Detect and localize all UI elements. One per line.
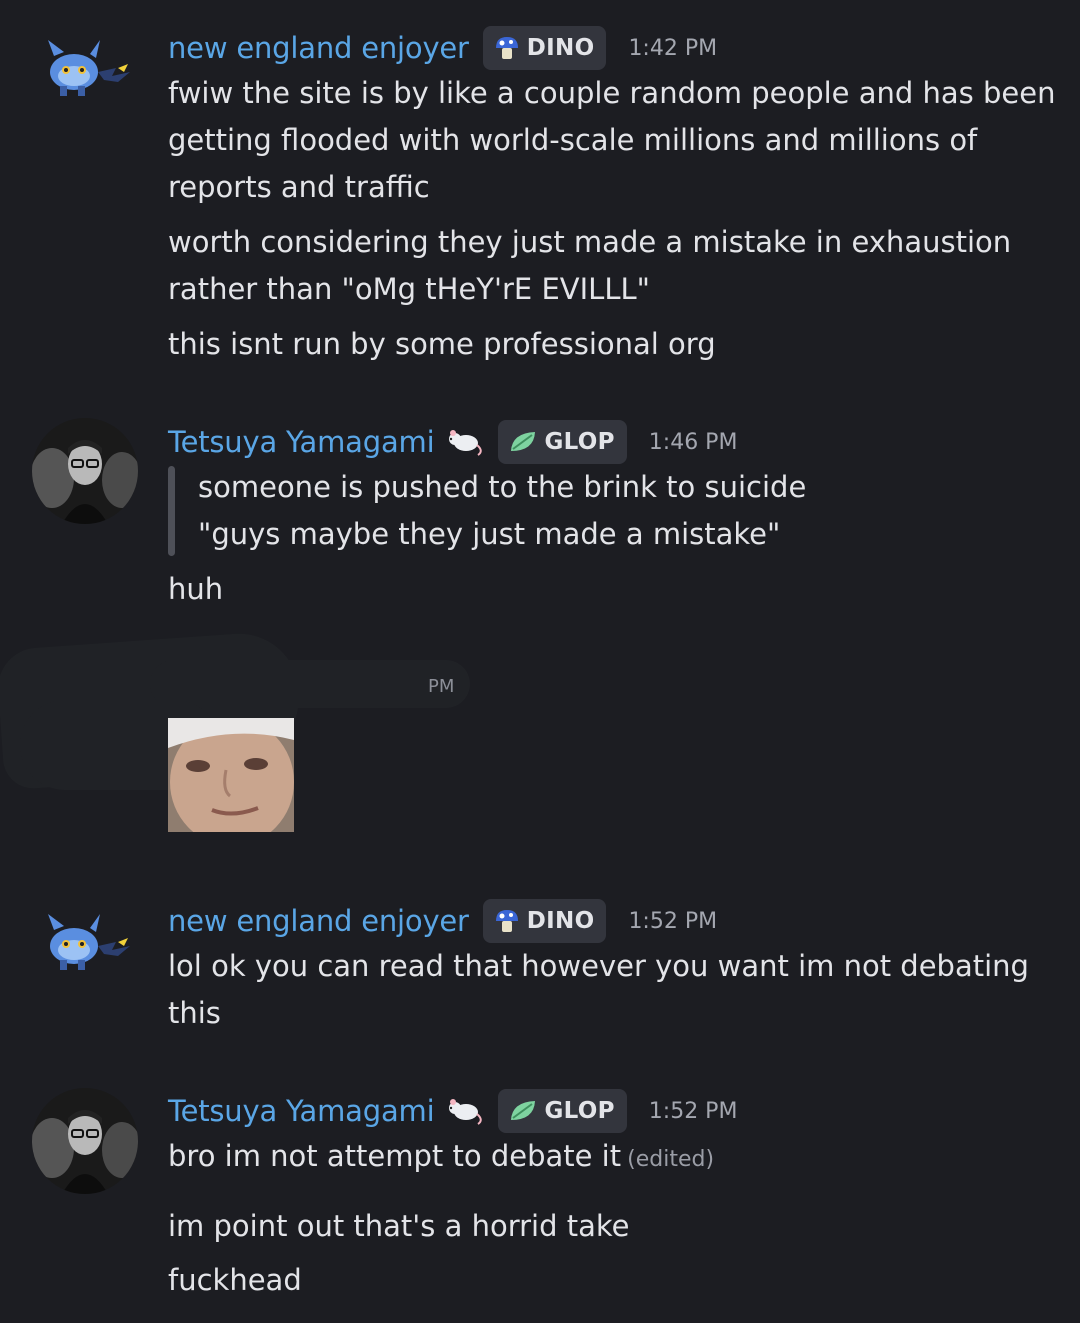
message-header: Tetsuya Yamagami GLOP 1:46 PM: [168, 420, 737, 464]
man-with-glasses-photo-icon: [32, 418, 138, 524]
message-text: reports and traffic: [168, 170, 430, 204]
message-text: this isnt run by some professional org: [168, 327, 716, 361]
face-closeup-icon: [168, 718, 294, 832]
message-text: bro im not attempt to debate it (edited): [168, 1133, 714, 1183]
role-tag[interactable]: DINO: [482, 26, 607, 70]
message-text: rather than "oMg tHeY'rE EVILLL": [168, 272, 650, 306]
message-text: huh: [168, 572, 224, 606]
quote-text: someone is pushed to the brink to suicid…: [198, 470, 807, 504]
white-rat-emoji-icon: [444, 423, 484, 461]
timestamp[interactable]: 1:46 PM: [649, 430, 738, 455]
message-header: new england enjoyer DINO 1:42 PM: [168, 26, 717, 70]
avatar[interactable]: [40, 38, 136, 100]
edited-label[interactable]: (edited): [627, 1147, 714, 1172]
username[interactable]: Tetsuya Yamagami: [168, 1094, 435, 1128]
shinx-avatar-icon: [48, 914, 130, 970]
shinx-avatar-icon: [48, 40, 130, 96]
quote-bar: [168, 466, 175, 556]
role-tag[interactable]: GLOP: [498, 1089, 627, 1133]
message-text: fwiw the site is by like a couple random…: [168, 76, 1056, 110]
quote-text: "guys maybe they just made a mistake": [198, 517, 781, 551]
message-text: this: [168, 996, 221, 1030]
timestamp[interactable]: 1:52 PM: [628, 909, 717, 934]
green-leaf-icon: [511, 432, 536, 451]
blue-mushroom-icon: [495, 910, 518, 932]
timestamp-fragment: PM: [428, 676, 455, 697]
role-tag-label: DINO: [526, 35, 595, 61]
username[interactable]: new england enjoyer: [168, 31, 469, 65]
message-header: Tetsuya Yamagami GLOP 1:52 PM: [168, 1089, 737, 1133]
man-with-glasses-photo-icon: [32, 1088, 138, 1194]
username[interactable]: Tetsuya Yamagami: [168, 425, 435, 459]
role-tag-label: DINO: [526, 908, 595, 934]
role-tag[interactable]: GLOP: [498, 420, 627, 464]
avatar[interactable]: [40, 912, 136, 974]
redaction-scribble: [150, 660, 470, 708]
message-text: lol ok you can read that however you wan…: [168, 949, 1029, 983]
message-text: getting flooded with world-scale million…: [168, 123, 978, 157]
role-tag-label: GLOP: [544, 1098, 615, 1124]
message-text-content: bro im not attempt to debate it: [168, 1139, 622, 1173]
role-tag-label: GLOP: [544, 429, 615, 455]
blue-mushroom-icon: [495, 37, 518, 59]
timestamp[interactable]: 1:42 PM: [628, 36, 717, 61]
username[interactable]: new england enjoyer: [168, 904, 469, 938]
green-leaf-icon: [511, 1101, 536, 1120]
role-tag[interactable]: DINO: [482, 899, 607, 943]
avatar[interactable]: [32, 418, 138, 524]
timestamp[interactable]: 1:52 PM: [649, 1099, 738, 1124]
message-header: new england enjoyer DINO 1:52 PM: [168, 899, 717, 943]
emoji-sticker-image[interactable]: [168, 718, 294, 832]
avatar[interactable]: [32, 1088, 138, 1194]
message-text: worth considering they just made a mista…: [168, 225, 1012, 259]
message-text: im point out that's a horrid take: [168, 1209, 630, 1243]
message-text: fuckhead: [168, 1263, 302, 1297]
white-rat-emoji-icon: [444, 1092, 484, 1130]
